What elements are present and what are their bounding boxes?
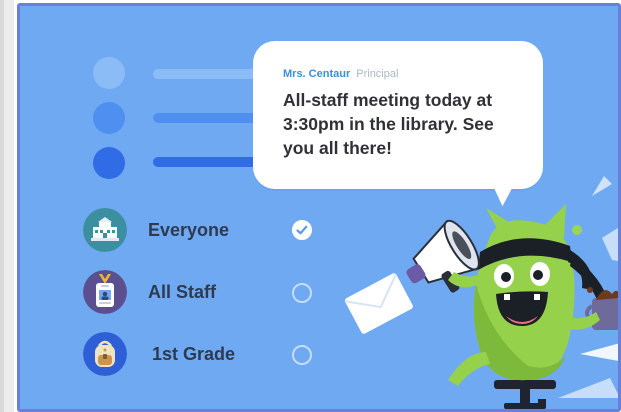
skeleton-dot-2	[93, 102, 125, 134]
skeleton-dot-3	[93, 147, 125, 179]
recipient-option-all-staff[interactable]: All Staff	[83, 270, 323, 314]
checkmark-icon	[296, 225, 308, 235]
page-background-strip	[0, 0, 14, 412]
sender-role: Principal	[356, 68, 399, 80]
recipient-label: All Staff	[148, 282, 217, 302]
backpack-icon	[83, 332, 127, 376]
message-text: All-staff meeting today at 3:30pm in the…	[283, 90, 494, 158]
recipient-label: 1st Grade	[152, 344, 236, 364]
page-edge	[0, 0, 4, 412]
skeleton-dot-1	[93, 57, 125, 89]
radio-1st-grade[interactable]	[292, 345, 312, 365]
recipient-label: Everyone	[148, 220, 230, 240]
green-monster-megaphone-icon	[344, 176, 618, 409]
recipient-option-everyone[interactable]: Everyone	[83, 208, 323, 252]
staff-badge-icon	[83, 270, 127, 314]
radio-all-staff[interactable]	[292, 283, 312, 303]
sender-line: Mrs. Centaur Principal	[283, 67, 513, 81]
recipient-option-1st-grade[interactable]: 1st Grade	[83, 332, 323, 376]
radio-everyone[interactable]	[292, 220, 312, 240]
school-building-icon	[83, 208, 127, 252]
sender-name: Mrs. Centaur	[283, 68, 351, 80]
announcement-panel: Mrs. Centaur Principal All-staff meeting …	[17, 3, 621, 412]
